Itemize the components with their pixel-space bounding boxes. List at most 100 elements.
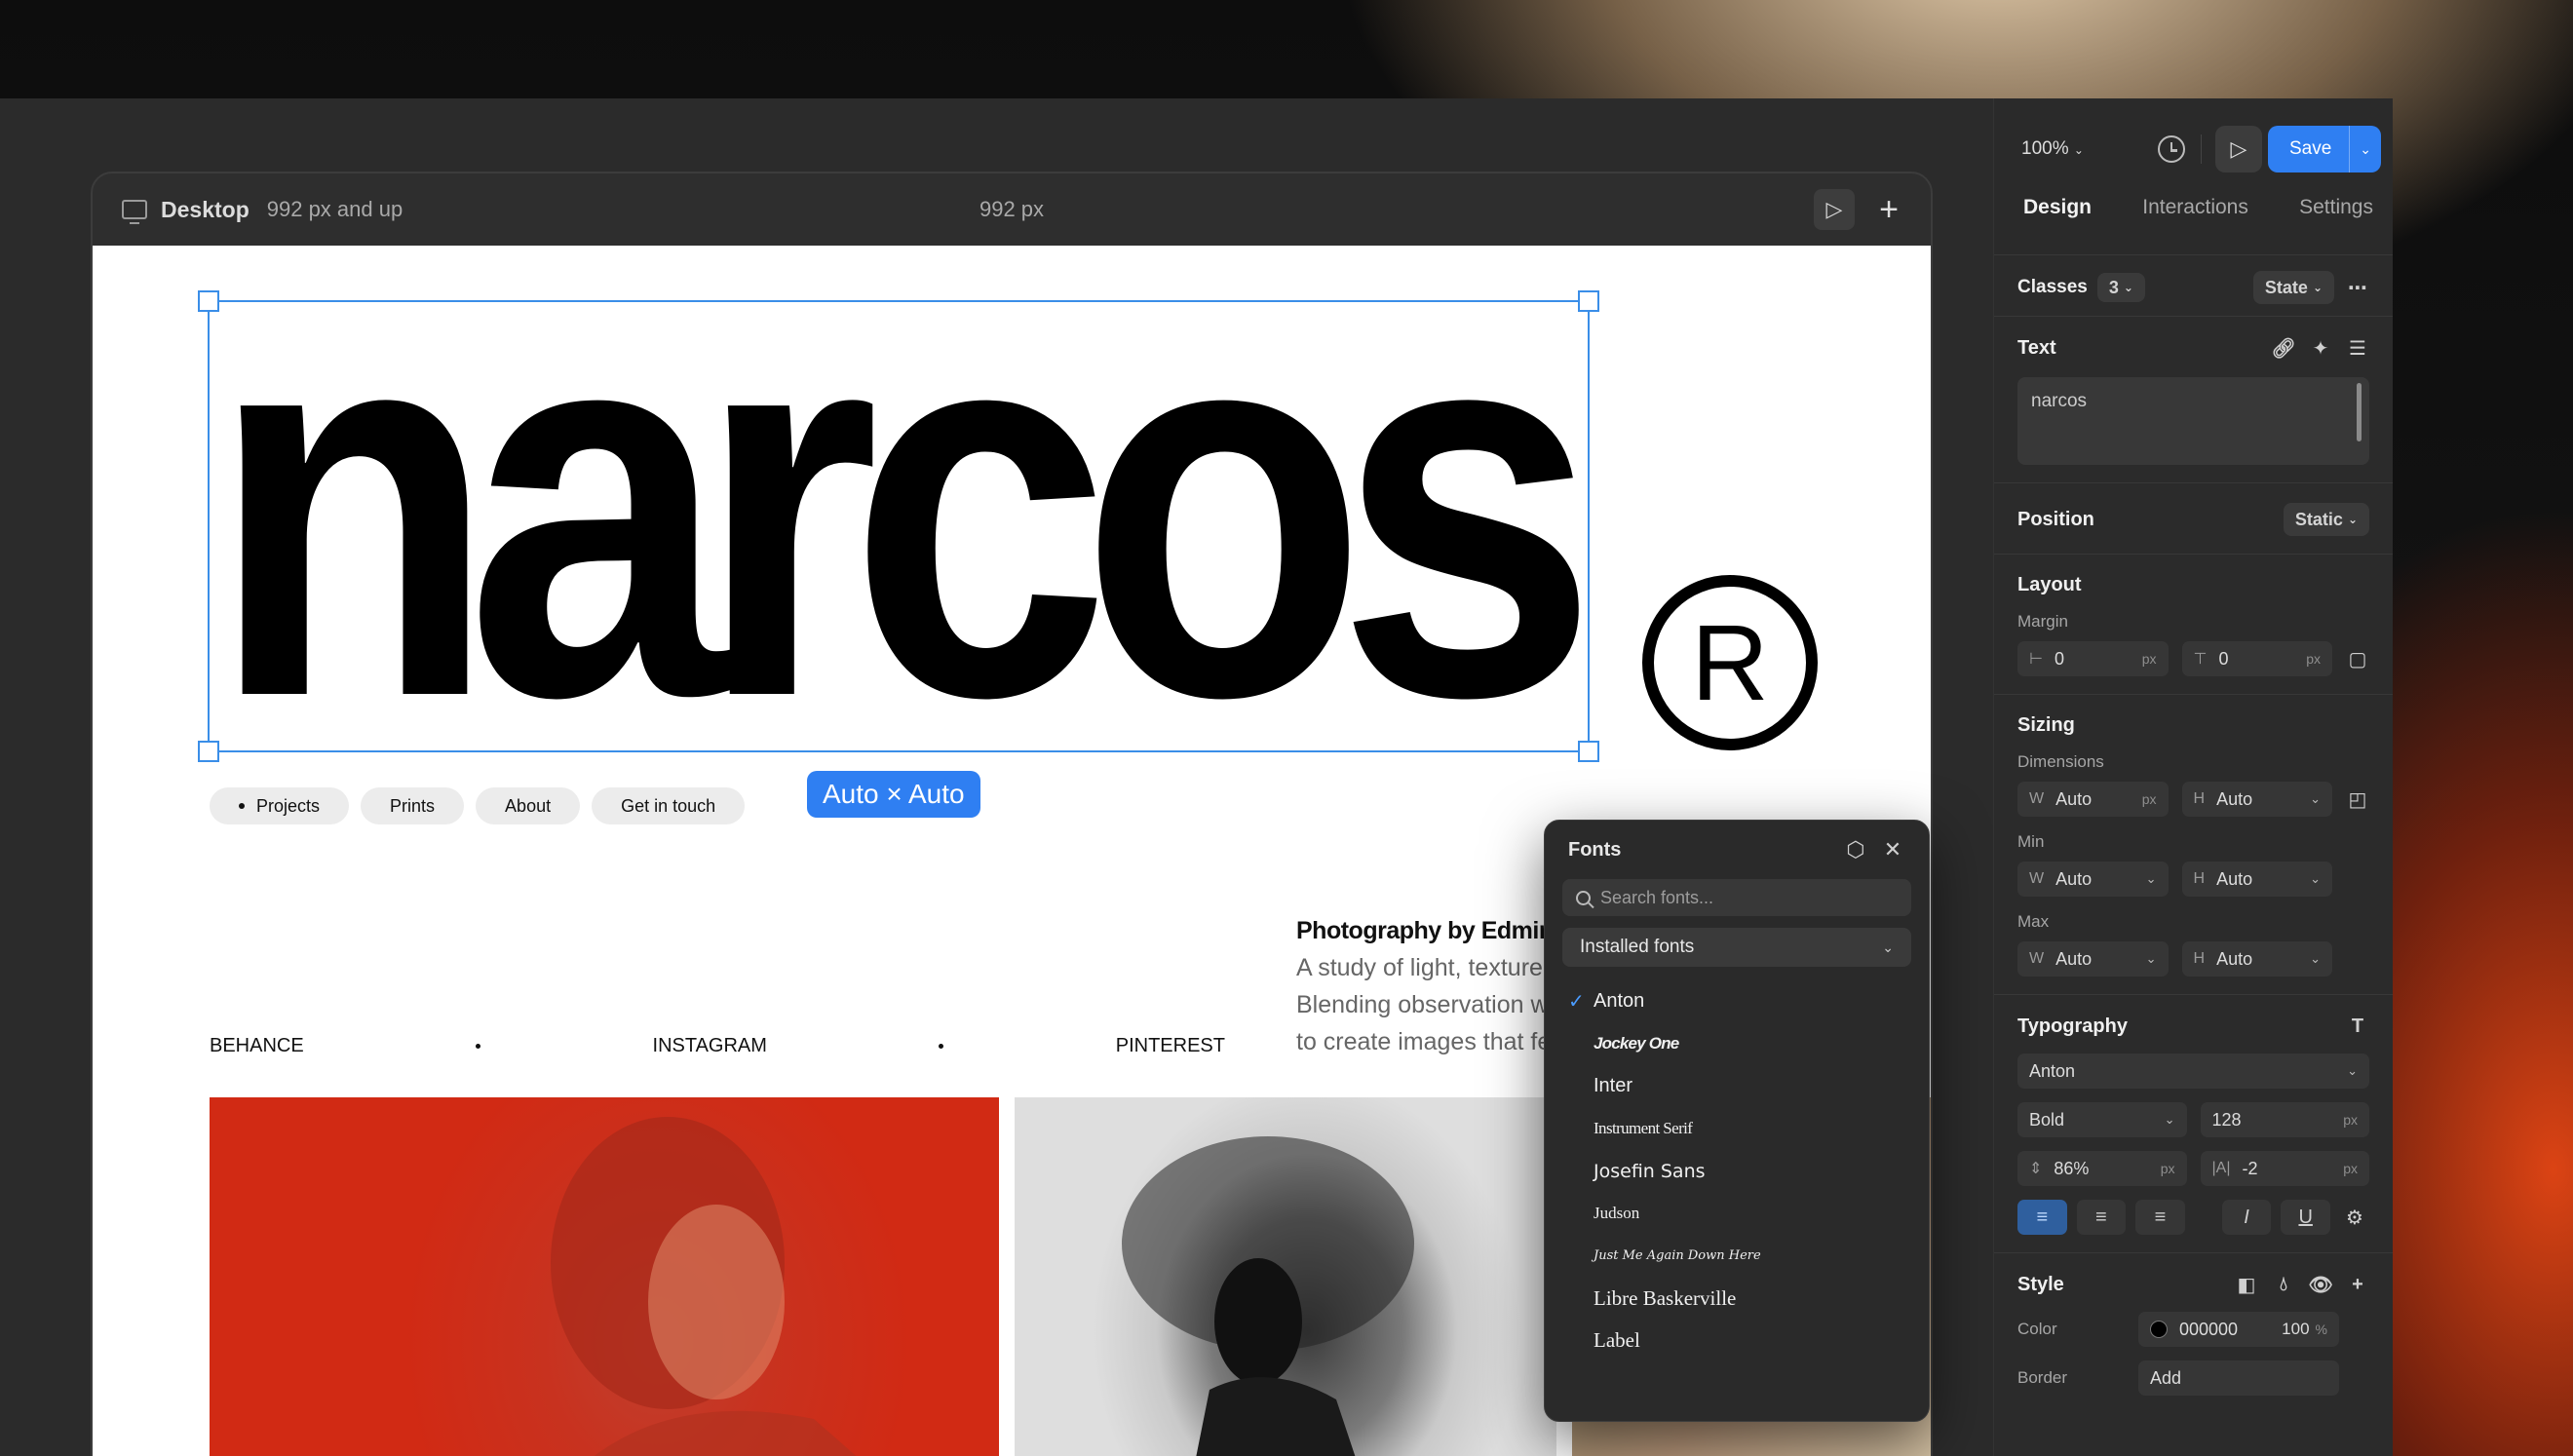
position-value: Static (2294, 509, 2343, 529)
max-height-input[interactable]: H Auto ⌄ (2181, 941, 2332, 977)
font-option-anton[interactable]: ✓ Anton (1545, 980, 1929, 1023)
plus-icon[interactable]: + (2346, 1273, 2369, 1296)
letter-spacing-input[interactable]: |A| -2 px (2200, 1151, 2369, 1186)
font-option-libre-baskerville[interactable]: Libre Baskerville (1545, 1278, 1929, 1321)
max-width-input[interactable]: W Auto ⌄ (2017, 941, 2169, 977)
preview-play-button[interactable]: ▷ (1814, 189, 1855, 230)
position-select[interactable]: Static ⌄ (2283, 503, 2369, 536)
font-option-label[interactable]: Label (1545, 1320, 1929, 1362)
social-instagram[interactable]: INSTAGRAM (653, 1035, 767, 1057)
fonts-popup-header: Fonts ⬡ ✕ (1545, 821, 1929, 879)
margin-vertical-input[interactable]: ⊤ 0 px (2181, 641, 2332, 676)
tab-design[interactable]: Design (2023, 196, 2092, 219)
photo-red-portrait[interactable] (210, 1097, 999, 1456)
save-options-chevron-icon[interactable]: ⌄ (2349, 126, 2381, 172)
font-option-josefin-sans[interactable]: Josefin Sans (1545, 1150, 1929, 1193)
play-icon: ▷ (2230, 136, 2247, 161)
classes-label: Classes (2017, 277, 2088, 297)
nav-prints[interactable]: Prints (361, 787, 465, 824)
text-settings-icon[interactable]: ⚙ (2340, 1200, 2369, 1235)
link-icon[interactable]: 🔗︎ (2271, 336, 2295, 360)
font-option-just-me-again[interactable]: Just Me Again Down Here (1545, 1235, 1929, 1278)
save-button[interactable]: Save ⌄ (2267, 126, 2381, 172)
hexagon-settings-icon[interactable]: ⬡ (1843, 837, 1868, 862)
letter-spacing-value: -2 (2242, 1158, 2258, 1178)
classes-section: Classes 3 ⌄ State ⌄ ⋯ (1994, 254, 2393, 316)
height-input[interactable]: H Auto ⌄ (2181, 782, 2332, 817)
scrollbar[interactable] (2357, 383, 2362, 441)
font-option-judson[interactable]: Judson (1545, 1193, 1929, 1236)
social-behance[interactable]: BEHANCE (210, 1035, 304, 1057)
chevron-down-icon: ⌄ (2310, 871, 2321, 886)
social-pinterest[interactable]: PINTEREST (1116, 1035, 1225, 1057)
chevron-down-icon: ⌄ (2073, 143, 2084, 157)
width-input[interactable]: W Auto px (2017, 782, 2169, 817)
min-width-input[interactable]: W Auto ⌄ (2017, 862, 2169, 897)
chevron-down-icon: ⌄ (2347, 513, 2358, 526)
font-weight-select[interactable]: Bold ⌄ (2017, 1102, 2187, 1137)
font-option-jockey-one[interactable]: Jockey One (1545, 1023, 1929, 1066)
margin-v-value: 0 (2218, 648, 2229, 669)
align-center-icon[interactable]: ≡ (2076, 1200, 2127, 1235)
search-icon (1576, 890, 1591, 905)
logo-heading-wrap[interactable]: narcos (210, 232, 1598, 778)
min-label: Min (2017, 832, 2045, 851)
font-source-select[interactable]: Installed fonts ⌄ (1562, 928, 1911, 967)
sidebar-header: 100% ⌄ ▷ Save ⌄ Design Interactions Sett… (1994, 98, 2393, 254)
font-search-input[interactable]: Search fonts... (1562, 879, 1911, 916)
nav-projects[interactable]: Projects (210, 787, 350, 824)
underline-icon[interactable]: U (2281, 1200, 2330, 1235)
text-content-input[interactable]: narcos (2017, 377, 2369, 465)
preview-button[interactable]: ▷ (2214, 126, 2262, 172)
expand-margins-icon[interactable]: ▢ (2346, 647, 2369, 671)
classes-count-chip[interactable]: 3 ⌄ (2096, 273, 2145, 302)
align-right-icon[interactable]: ≡ (2135, 1200, 2185, 1235)
zoom-value: 100% (2021, 138, 2069, 159)
font-option-inter[interactable]: Inter (1545, 1065, 1929, 1108)
style-presets-icon[interactable]: ◧ (2235, 1273, 2258, 1296)
unit-label: px (2160, 1161, 2175, 1176)
color-label: Color (2017, 1320, 2057, 1338)
opacity-value[interactable]: 100 (2282, 1320, 2309, 1339)
save-label: Save (2288, 138, 2332, 159)
classes-count: 3 (2108, 277, 2119, 297)
font-option-instrument-serif[interactable]: Instrument Serif (1545, 1108, 1929, 1151)
aspect-ratio-icon[interactable]: ◰ (2346, 787, 2369, 811)
font-list: ✓ Anton Jockey One Inter Instrument Seri… (1545, 980, 1929, 1362)
eye-icon[interactable]: 👁︎ (2308, 1273, 2332, 1296)
close-icon[interactable]: ✕ (1880, 837, 1905, 862)
font-size-input[interactable]: 128 px (2200, 1102, 2369, 1137)
width-value: Auto (2055, 788, 2093, 809)
text-format-icon[interactable]: T (2346, 1015, 2369, 1038)
tab-settings[interactable]: Settings (2299, 196, 2373, 219)
ai-sparkle-icon[interactable]: ✦ (2309, 336, 2332, 360)
font-family-select[interactable]: Anton ⌄ (2017, 1054, 2369, 1089)
border-label: Border (2017, 1368, 2068, 1387)
state-select[interactable]: State ⌄ (2252, 271, 2334, 304)
font-option-label: Anton (1594, 990, 1645, 1013)
color-input[interactable]: 000000 100% (2138, 1312, 2339, 1347)
color-swatch[interactable] (2150, 1321, 2168, 1338)
nav-get-in-touch[interactable]: Get in touch (592, 787, 746, 824)
logo-heading[interactable]: narcos (210, 232, 1598, 778)
toolbar: 100% ⌄ ▷ Save ⌄ (2010, 118, 2381, 180)
border-add-input[interactable]: Add (2138, 1360, 2339, 1396)
registered-mark[interactable]: R (1642, 575, 1818, 750)
min-height-input[interactable]: H Auto ⌄ (2181, 862, 2332, 897)
min-width-value: Auto (2055, 868, 2093, 889)
more-options-icon[interactable]: ⋯ (2346, 276, 2369, 299)
photo-bw-portrait[interactable] (1015, 1097, 1556, 1456)
italic-icon[interactable]: I (2221, 1200, 2272, 1235)
align-left-icon[interactable]: ≡ (2017, 1200, 2067, 1235)
history-clock-icon[interactable] (2157, 135, 2185, 163)
margin-horizontal-input[interactable]: ⊢ 0 px (2017, 641, 2169, 676)
line-height-input[interactable]: ⇕ 86% px (2017, 1151, 2187, 1186)
zoom-select[interactable]: 100% ⌄ (2021, 138, 2084, 160)
database-icon[interactable]: ☰ (2346, 336, 2369, 360)
add-breakpoint-button[interactable]: + (1868, 189, 1909, 230)
nav-label: Projects (256, 795, 321, 816)
nav-about[interactable]: About (476, 787, 581, 824)
tab-interactions[interactable]: Interactions (2142, 196, 2248, 219)
nav-pills: Projects Prints About Get in touch (210, 787, 746, 824)
drop-icon[interactable]: 💧︎ (2272, 1273, 2295, 1296)
